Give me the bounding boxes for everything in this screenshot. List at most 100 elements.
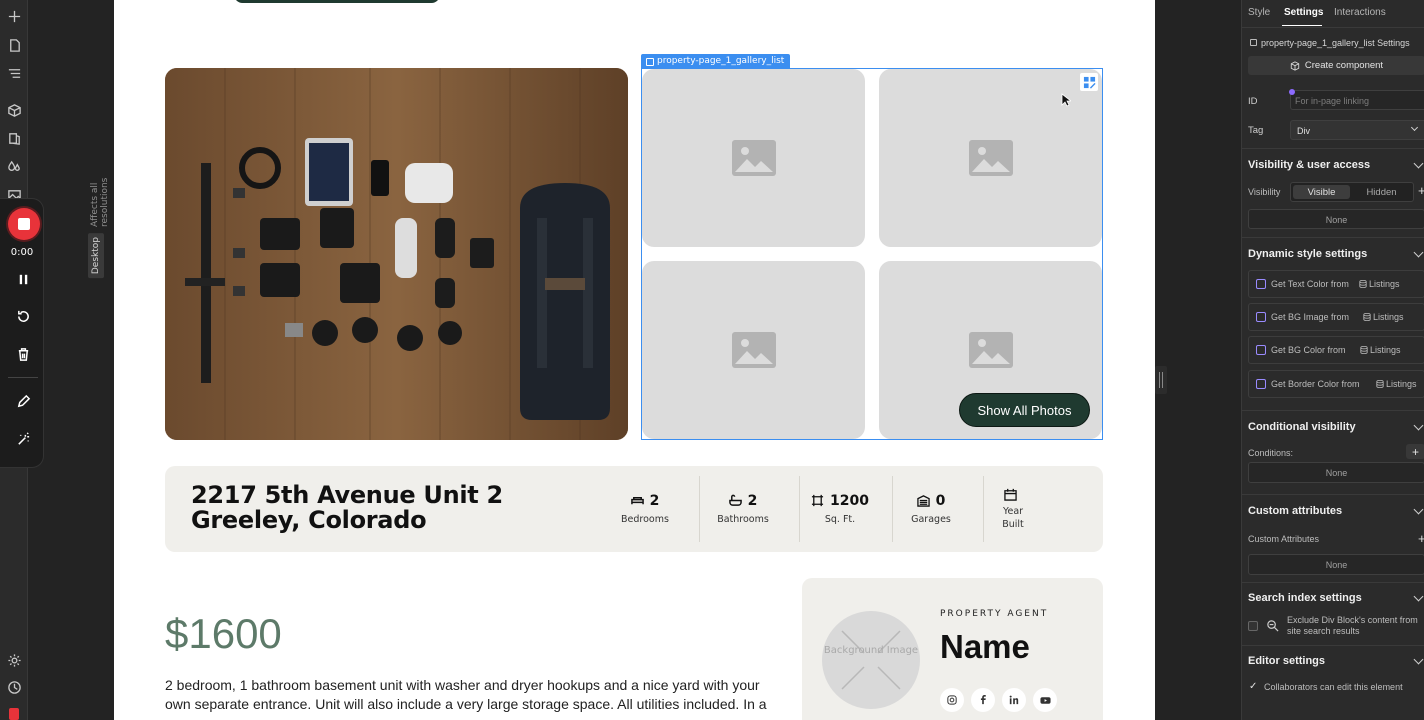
visible-option[interactable]: Visible: [1293, 185, 1350, 199]
listing-info-bar: 2217 5th Avenue Unit 2 Greeley, Colorado…: [165, 466, 1103, 552]
area-icon: [811, 494, 824, 507]
stop-recording-button[interactable]: [8, 208, 40, 240]
section-divider: [1242, 494, 1424, 495]
garage-icon: [916, 495, 930, 507]
instagram-icon[interactable]: [940, 688, 964, 712]
checkmark-icon[interactable]: ✓: [1249, 681, 1257, 692]
visibility-none-field[interactable]: None: [1248, 209, 1424, 229]
stat-garages: 0 Garages: [905, 478, 957, 540]
custom-attributes-heading[interactable]: Custom attributes: [1248, 505, 1342, 517]
custom-attributes-label: Custom Attributes: [1248, 534, 1320, 544]
dynamic-row-label: Get BG Image from: [1271, 312, 1350, 322]
recorder-divider: [8, 377, 38, 378]
canvas-resize-handle[interactable]: [1155, 366, 1167, 394]
add-icon[interactable]: [4, 6, 24, 26]
chevron-down-icon[interactable]: [1413, 504, 1424, 515]
help-icon[interactable]: [4, 677, 24, 697]
checkbox[interactable]: [1256, 379, 1266, 389]
style-manager-icon[interactable]: [4, 157, 24, 177]
add-icon[interactable]: +: [1418, 183, 1424, 198]
dynamic-row-border-color[interactable]: Get Border Color from Listings: [1248, 370, 1424, 398]
dynamic-row-text-color[interactable]: Get Text Color from Listings: [1248, 270, 1424, 298]
screen-recorder-widget: 0:00: [0, 198, 44, 468]
breakpoint-label[interactable]: Desktop: [88, 233, 104, 279]
stat-label: Bedrooms: [621, 513, 669, 525]
magic-wand-icon[interactable]: [13, 429, 33, 449]
chevron-down-icon[interactable]: [1413, 420, 1424, 431]
search-index-heading[interactable]: Search index settings: [1248, 592, 1362, 604]
id-placeholder: For in-page linking: [1295, 96, 1370, 106]
dynamic-row-label: Get Border Color from: [1271, 379, 1360, 389]
conditional-visibility-heading[interactable]: Conditional visibility: [1248, 421, 1356, 433]
chevron-down-icon: [1410, 123, 1419, 132]
none-text: None: [1325, 468, 1348, 478]
chevron-down-icon[interactable]: [1413, 591, 1424, 602]
chevron-down-icon[interactable]: [1413, 654, 1424, 665]
component-icon: [1290, 60, 1300, 71]
section-divider: [1242, 582, 1424, 583]
database-icon: [1376, 380, 1384, 388]
show-all-photos-button[interactable]: Show All Photos: [959, 393, 1090, 427]
stop-icon: [18, 218, 30, 230]
youtube-icon[interactable]: [1033, 688, 1057, 712]
binding-dot-icon: [1289, 89, 1295, 95]
dynamic-row-bg-image[interactable]: Get BG Image from Listings: [1248, 303, 1424, 331]
tag-label: Tag: [1248, 125, 1264, 136]
tab-style[interactable]: Style: [1248, 7, 1270, 18]
dynamic-style-heading[interactable]: Dynamic style settings: [1248, 248, 1367, 260]
create-component-button[interactable]: Create component: [1248, 56, 1424, 75]
database-icon: [1359, 280, 1367, 288]
stat-value: 0: [935, 492, 946, 509]
stat-sqft: 1200 Sq. Ft.: [810, 478, 870, 540]
chevron-down-icon[interactable]: [1413, 158, 1424, 169]
editor-settings-heading[interactable]: Editor settings: [1248, 655, 1325, 667]
gallery-grid[interactable]: Show All Photos: [641, 68, 1103, 440]
add-icon[interactable]: +: [1418, 531, 1424, 546]
mouse-cursor-icon: [1061, 93, 1071, 107]
stat-label: Year Built: [1002, 505, 1024, 530]
navigator-icon[interactable]: [4, 63, 24, 83]
visibility-heading[interactable]: Visibility & user access: [1248, 159, 1370, 171]
checkbox[interactable]: [1256, 279, 1266, 289]
hidden-option[interactable]: Hidden: [1352, 185, 1411, 199]
conditions-none-field[interactable]: None: [1248, 462, 1424, 483]
grid-settings-icon[interactable]: [1080, 73, 1098, 91]
avatar-placeholder-text: Background Image: [823, 645, 919, 656]
section-divider: [1242, 410, 1424, 411]
restart-icon[interactable]: [13, 306, 33, 326]
hero-photo[interactable]: [165, 68, 628, 440]
delete-icon[interactable]: [13, 344, 33, 364]
gallery-element-tag[interactable]: property-page_1_gallery_list: [641, 54, 791, 69]
pages-icon[interactable]: [4, 35, 24, 55]
components-icon[interactable]: [4, 100, 24, 120]
checkbox[interactable]: [1256, 345, 1266, 355]
facebook-icon[interactable]: [971, 688, 995, 712]
dynamic-row-source: Listings: [1369, 279, 1400, 289]
section-divider: [1242, 237, 1424, 238]
tab-interactions[interactable]: Interactions: [1334, 7, 1386, 18]
gallery-image-placeholder[interactable]: [642, 69, 865, 247]
bed-icon: [630, 496, 644, 505]
dynamic-row-bg-color[interactable]: Get BG Color from Listings: [1248, 336, 1424, 364]
section-divider: [1242, 148, 1424, 149]
tag-select[interactable]: Div: [1290, 120, 1424, 140]
tab-settings[interactable]: Settings: [1284, 7, 1323, 18]
gallery-image-placeholder[interactable]: [642, 261, 865, 439]
checkbox[interactable]: [1256, 312, 1266, 322]
add-condition-button[interactable]: +: [1406, 444, 1424, 459]
custom-attributes-none-field[interactable]: None: [1248, 554, 1424, 575]
agent-name: Name: [940, 628, 1030, 665]
image-placeholder-icon: [731, 140, 776, 176]
cms-icon[interactable]: [4, 128, 24, 148]
id-input[interactable]: For in-page linking: [1290, 90, 1424, 110]
pause-icon[interactable]: [13, 269, 33, 289]
top-button[interactable]: [234, 0, 440, 3]
exclude-checkbox[interactable]: [1248, 621, 1258, 631]
linkedin-icon[interactable]: [1002, 688, 1026, 712]
search-off-icon: [1267, 620, 1279, 632]
pen-icon[interactable]: [13, 391, 33, 411]
calendar-icon: [1003, 488, 1017, 501]
settings-gear-icon[interactable]: [4, 650, 24, 670]
stat-label: Sq. Ft.: [824, 513, 856, 525]
chevron-down-icon[interactable]: [1413, 247, 1424, 258]
